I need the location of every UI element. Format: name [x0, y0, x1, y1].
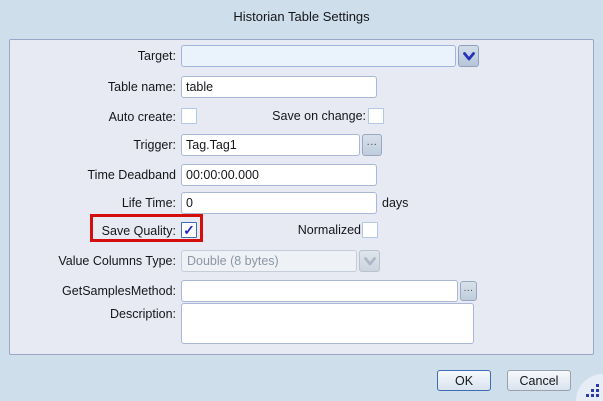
description-row: Description: [10, 303, 593, 347]
resize-grip[interactable] [576, 374, 603, 401]
trigger-row: Trigger: ... [10, 134, 593, 158]
save-quality-row: Save Quality: ✓ Normalized [10, 220, 593, 244]
historian-table-settings-dialog: Historian Table Settings Target: Table n… [0, 0, 603, 401]
life-time-row: Life Time: days [10, 192, 593, 216]
auto-create-checkbox[interactable] [181, 108, 197, 124]
description-label: Description: [10, 303, 176, 325]
get-samples-method-label: GetSamplesMethod: [10, 280, 176, 302]
value-columns-type-label: Value Columns Type: [10, 250, 176, 272]
cancel-button[interactable]: Cancel [507, 370, 571, 391]
time-deadband-row: Time Deadband [10, 164, 593, 188]
time-deadband-label: Time Deadband [10, 164, 176, 186]
trigger-browse-button[interactable]: ... [362, 134, 382, 156]
life-time-input[interactable] [181, 192, 377, 214]
value-columns-type-row: Value Columns Type: Double (8 bytes) [10, 250, 593, 274]
resize-grip-dots-icon [586, 384, 599, 397]
target-row: Target: [10, 45, 593, 69]
value-columns-type-dropdown-button [359, 250, 380, 272]
target-input[interactable] [181, 45, 456, 67]
save-on-change-checkbox[interactable] [368, 108, 384, 124]
ellipsis-icon: ... [367, 136, 378, 148]
table-name-input[interactable] [181, 76, 377, 98]
ellipsis-icon: ... [464, 283, 474, 294]
trigger-label: Trigger: [10, 134, 176, 156]
table-name-row: Table name: [10, 76, 593, 100]
settings-panel: Target: Table name: Auto create: Save on… [9, 39, 594, 355]
check-icon: ✓ [183, 224, 195, 236]
checkbox-row: Auto create: Save on change: [10, 106, 593, 130]
target-label: Target: [10, 45, 176, 67]
trigger-input[interactable] [181, 134, 360, 156]
value-columns-type-select: Double (8 bytes) [181, 250, 357, 272]
normalized-label: Normalized [195, 220, 361, 240]
get-samples-method-input[interactable] [181, 280, 458, 302]
life-time-suffix: days [382, 192, 408, 214]
life-time-label: Life Time: [10, 192, 176, 214]
get-samples-method-browse-button[interactable]: ... [460, 281, 477, 301]
chevron-down-icon [463, 52, 475, 61]
ok-button[interactable]: OK [437, 370, 491, 391]
description-textarea[interactable] [181, 303, 474, 344]
get-samples-method-row: GetSamplesMethod: ... [10, 280, 593, 304]
normalized-checkbox[interactable] [362, 222, 378, 238]
table-name-label: Table name: [10, 76, 176, 98]
save-quality-label: Save Quality: [10, 220, 176, 242]
auto-create-label: Auto create: [10, 106, 176, 128]
target-dropdown-button[interactable] [458, 45, 479, 67]
time-deadband-input[interactable] [181, 164, 377, 186]
dialog-title: Historian Table Settings [0, 9, 603, 24]
chevron-down-icon [364, 257, 376, 266]
save-on-change-label: Save on change: [200, 106, 366, 126]
